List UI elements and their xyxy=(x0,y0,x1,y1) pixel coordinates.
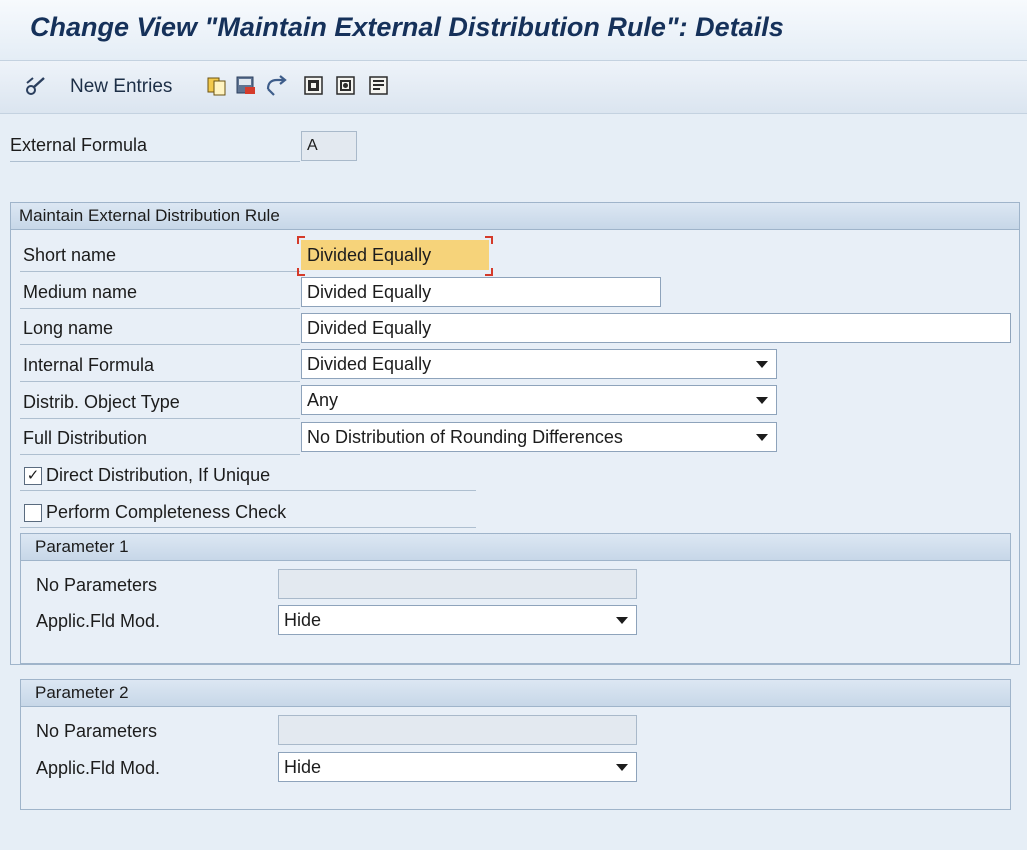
full-distribution-label: Full Distribution xyxy=(23,428,148,448)
chevron-down-icon[interactable] xyxy=(756,434,768,441)
page-title: Change View "Maintain External Distribut… xyxy=(30,12,784,42)
parameter2-applic-fld-mod-label: Applic.Fld Mod. xyxy=(36,758,161,778)
parameter1-applic-fld-mod-dropdown[interactable]: Hide xyxy=(278,605,637,635)
completeness-check-label: Perform Completeness Check xyxy=(46,502,287,522)
parameter2-no-parameters-label: No Parameters xyxy=(36,721,158,741)
parameter2-title: Parameter 2 xyxy=(35,683,129,702)
external-formula-field: A xyxy=(301,131,357,161)
parameter2-no-parameters-field xyxy=(278,715,637,745)
direct-distribution-checkbox[interactable]: ✓ xyxy=(24,467,42,485)
full-distribution-dropdown[interactable]: No Distribution of Rounding Differences xyxy=(301,422,777,452)
divider xyxy=(20,527,476,528)
external-formula-label: External Formula xyxy=(10,135,148,155)
other-entry-icon[interactable] xyxy=(367,74,391,98)
full-distribution-value: No Distribution of Rounding Differences xyxy=(307,427,623,447)
edit-glasses-icon[interactable] xyxy=(24,74,48,98)
group-title: Maintain External Distribution Rule xyxy=(19,206,280,225)
medium-name-input[interactable]: Divided Equally xyxy=(301,277,661,307)
parameter1-applic-fld-mod-value: Hide xyxy=(284,610,322,630)
group-header: Parameter 2 xyxy=(21,680,1010,707)
focus-corner xyxy=(485,236,493,244)
medium-name-label: Medium name xyxy=(23,282,138,302)
parameter1-applic-fld-mod-label: Applic.Fld Mod. xyxy=(36,611,161,631)
parameter1-title: Parameter 1 xyxy=(35,537,129,556)
internal-formula-label: Internal Formula xyxy=(23,355,155,375)
short-name-label: Short name xyxy=(23,245,117,265)
focus-corner xyxy=(485,268,493,276)
parameter1-no-parameters-field xyxy=(278,569,637,599)
chevron-down-icon[interactable] xyxy=(756,361,768,368)
delete-icon[interactable] xyxy=(234,74,258,98)
undo-icon[interactable] xyxy=(264,74,288,98)
short-name-input[interactable]: Divided Equally xyxy=(301,240,489,270)
internal-formula-dropdown[interactable]: Divided Equally xyxy=(301,349,777,379)
focus-corner xyxy=(297,236,305,244)
distrib-object-type-value: Any xyxy=(307,390,339,410)
new-entries-button[interactable]: New Entries xyxy=(70,76,172,98)
next-entry-icon[interactable] xyxy=(334,74,358,98)
internal-formula-value: Divided Equally xyxy=(307,354,432,374)
direct-distribution-label: Direct Distribution, If Unique xyxy=(46,465,271,485)
divider xyxy=(20,418,300,419)
long-name-input[interactable]: Divided Equally xyxy=(301,313,1011,343)
focus-corner xyxy=(297,268,305,276)
divider xyxy=(20,381,300,382)
long-name-label: Long name xyxy=(23,318,114,338)
divider xyxy=(20,490,476,491)
divider xyxy=(20,454,300,455)
group-header: Parameter 1 xyxy=(21,534,1010,561)
parameter2-applic-fld-mod-value: Hide xyxy=(284,757,322,777)
divider xyxy=(20,271,300,272)
parameter1-no-parameters-label: No Parameters xyxy=(36,575,158,595)
title-bar: Change View "Maintain External Distribut… xyxy=(0,0,1027,61)
chevron-down-icon[interactable] xyxy=(616,617,628,624)
divider xyxy=(10,161,300,162)
divider xyxy=(20,308,300,309)
chevron-down-icon[interactable] xyxy=(756,397,768,404)
completeness-check-checkbox[interactable] xyxy=(24,504,42,522)
distrib-object-type-label: Distrib. Object Type xyxy=(23,392,180,412)
application-toolbar: New Entries xyxy=(0,61,1027,114)
previous-entry-icon[interactable] xyxy=(302,74,326,98)
chevron-down-icon[interactable] xyxy=(616,764,628,771)
parameter2-applic-fld-mod-dropdown[interactable]: Hide xyxy=(278,752,637,782)
group-header: Maintain External Distribution Rule xyxy=(11,203,1019,230)
distrib-object-type-dropdown[interactable]: Any xyxy=(301,385,777,415)
divider xyxy=(20,344,300,345)
copy-icon[interactable] xyxy=(205,74,229,98)
